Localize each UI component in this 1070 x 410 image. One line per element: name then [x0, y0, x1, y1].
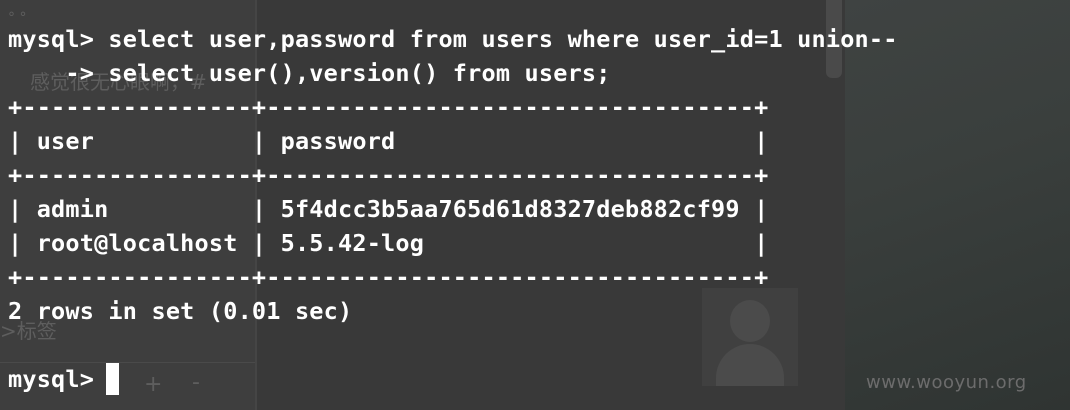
mysql-prompt: mysql>: [8, 365, 95, 393]
table-border-header: +----------------+----------------------…: [8, 161, 769, 189]
sql-continuation-line: -> select user(),version() from users;: [8, 59, 611, 87]
text-cursor: [106, 363, 120, 395]
sql-query-line: mysql> select user,password from users w…: [8, 25, 898, 53]
table-border-top: +----------------+----------------------…: [8, 93, 769, 121]
terminal-output[interactable]: mysql> select user,password from users w…: [8, 22, 898, 396]
prompt-line[interactable]: mysql>: [8, 362, 898, 396]
result-summary: 2 rows in set (0.01 sec): [8, 297, 353, 325]
table-row: | admin | 5f4dcc3b5aa765d61d8327deb882cf…: [8, 195, 769, 223]
table-border-bottom: +----------------+----------------------…: [8, 263, 769, 291]
terminal-window: ° ° 感觉很无心眼啊，# >标签 + - www.wooyun.org mys…: [0, 0, 1070, 410]
table-header-row: | user | password |: [8, 127, 769, 155]
table-row: | root@localhost | 5.5.42-log |: [8, 229, 769, 257]
